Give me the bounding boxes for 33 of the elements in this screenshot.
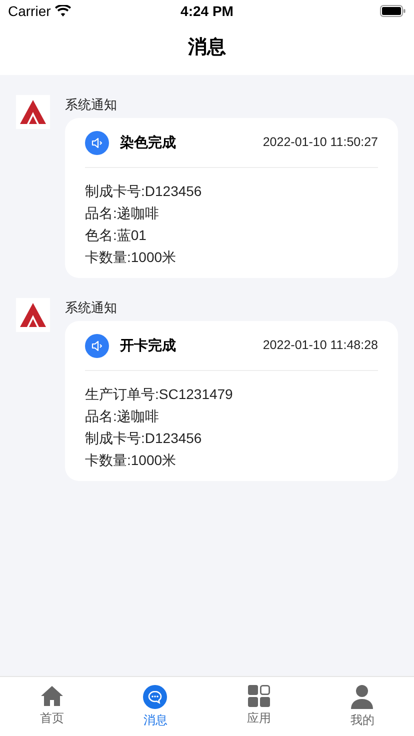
message-card[interactable]: 开卡完成 2022-01-10 11:48:28 生产订单号:SC1231479 品名:递咖啡 制成卡号:D123456 卡数量:1000米 (65, 321, 398, 481)
speaker-icon (85, 334, 109, 358)
message-detail: 制成卡号:D123456 (85, 429, 203, 448)
carrier-text: Carrier (8, 2, 51, 20)
page-title: 消息 (188, 36, 226, 60)
tab-item[interactable]: 首页 (0, 677, 104, 736)
message-title: 开卡完成 (120, 336, 177, 355)
tab-item[interactable]: 应用 (207, 677, 310, 736)
sender-name: 系统通知 (65, 96, 118, 114)
message-detail: 色名:蓝01 (85, 226, 148, 245)
message-detail: 制成卡号:D123456 (85, 182, 203, 201)
chat-icon (143, 685, 168, 709)
grid-icon (248, 685, 270, 707)
message-detail: 生产订单号:SC1231479 (85, 385, 234, 404)
wifi-icon (54, 5, 71, 17)
tab-item[interactable]: 消息 (104, 677, 207, 736)
message-title: 染色完成 (120, 133, 177, 152)
message-time: 2022-01-10 11:50:27 (262, 134, 378, 152)
home-icon (40, 685, 64, 707)
speaker-icon (85, 130, 109, 154)
message-card[interactable]: 染色完成 2022-01-10 11:50:27 制成卡号:D123456 品名:递咖啡 色名:蓝01 卡数量:1000米 (65, 118, 398, 278)
message-time: 2022-01-10 11:48:28 (262, 337, 378, 354)
user-icon (351, 685, 374, 709)
message-detail: 卡数量:1000米 (85, 451, 178, 470)
clock-text: 4:24 PM (180, 2, 234, 20)
sender-name: 系统通知 (65, 299, 118, 317)
battery-icon (380, 5, 406, 17)
message-detail: 卡数量:1000米 (85, 248, 178, 267)
logo-icon (16, 298, 50, 332)
tab-item[interactable]: 我的 (310, 677, 414, 736)
logo-icon (16, 95, 50, 129)
message-detail: 品名:递咖啡 (85, 407, 160, 426)
message-detail: 品名:递咖啡 (85, 204, 160, 223)
